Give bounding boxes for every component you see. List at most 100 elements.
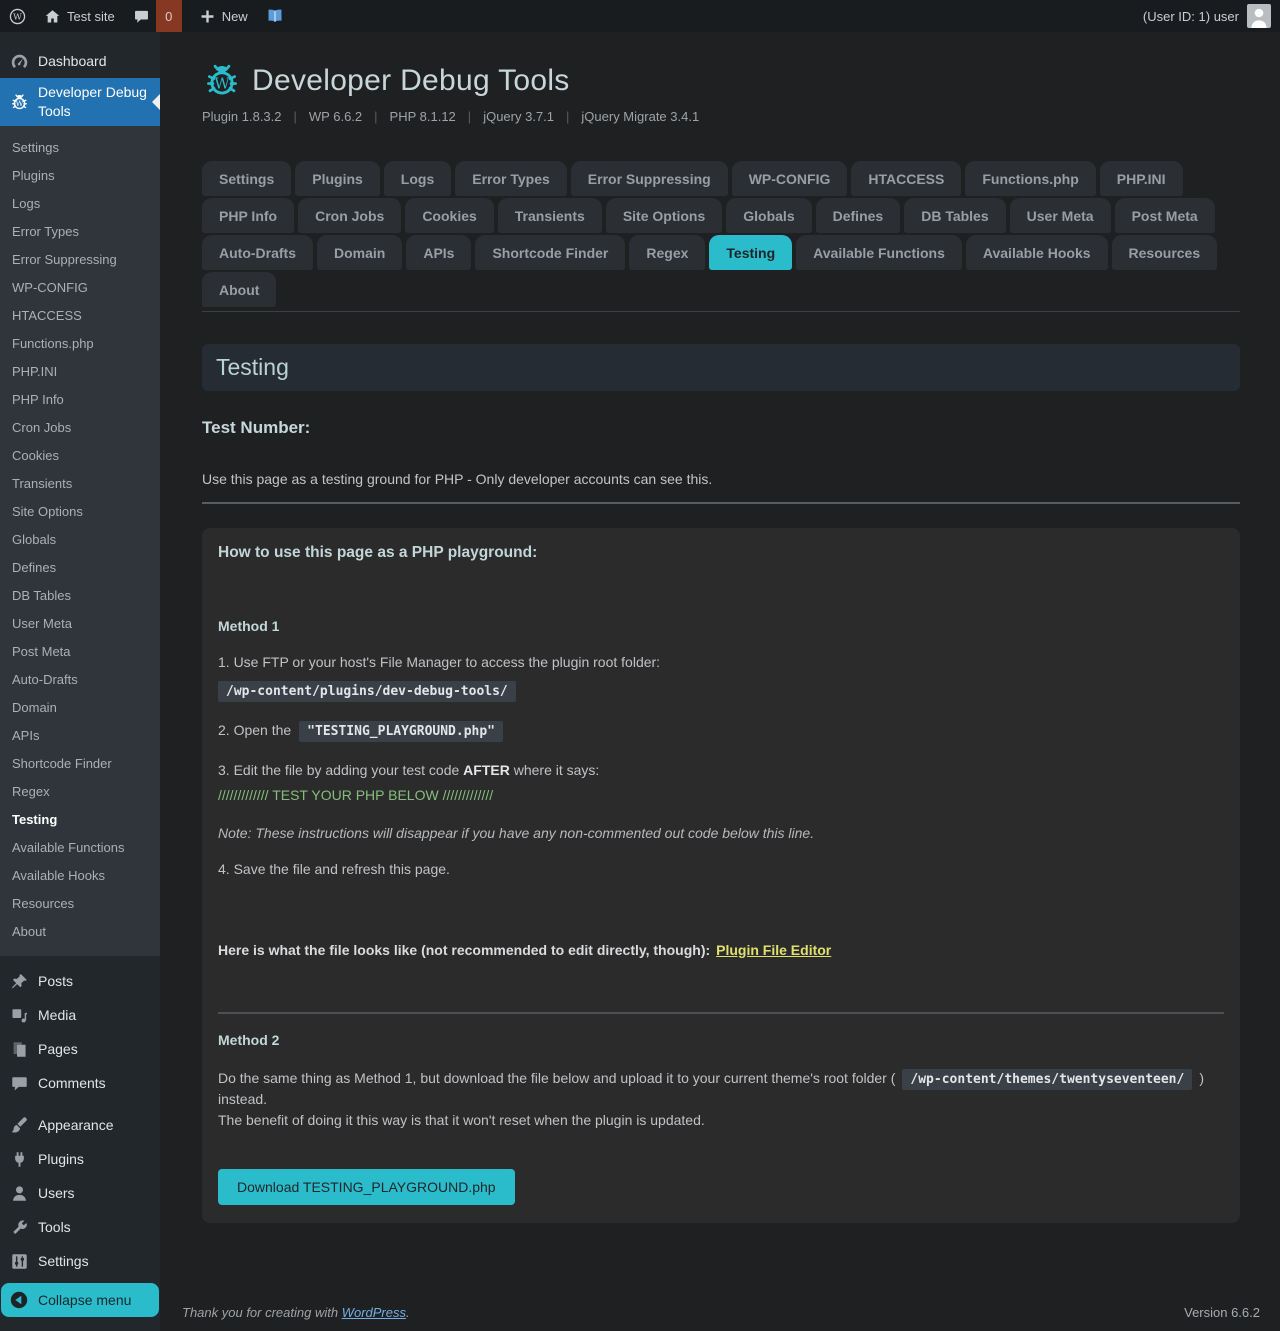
plugin-tab[interactable]: Error Types — [455, 161, 567, 196]
admin-sidebar: Dashboard W Developer Debug Tools Settin… — [0, 32, 160, 1331]
submenu-item[interactable]: PHP Info — [0, 386, 160, 414]
sidebar-menu-item[interactable]: Tools — [0, 1210, 160, 1244]
sidebar-menu-item[interactable]: Appearance — [0, 1108, 160, 1142]
theme-root-path: /wp-content/themes/twentyseventeen/ — [902, 1069, 1192, 1090]
collapse-menu-button[interactable]: Collapse menu — [1, 1283, 159, 1317]
panel-divider — [218, 1012, 1224, 1014]
method2-label: Method 2 — [218, 1032, 1224, 1048]
intro-text: Use this page as a testing ground for PH… — [202, 471, 1240, 487]
sidebar-item-developer-debug-tools[interactable]: W Developer Debug Tools — [0, 78, 160, 126]
sidebar-menu-item[interactable]: Media — [0, 998, 160, 1032]
site-name-link[interactable]: Test site — [35, 0, 124, 32]
plugin-tab[interactable]: Plugins — [295, 161, 380, 196]
submenu-item[interactable]: Resources — [0, 890, 160, 918]
plugin-tab[interactable]: Error Suppressing — [571, 161, 728, 196]
submenu-item[interactable]: Testing — [0, 806, 160, 834]
submenu-item[interactable]: PHP.INI — [0, 358, 160, 386]
submenu-item[interactable]: Globals — [0, 526, 160, 554]
playground-panel: How to use this page as a PHP playground… — [202, 528, 1240, 1223]
submenu-item[interactable]: APIs — [0, 722, 160, 750]
plugin-tab[interactable]: DB Tables — [904, 198, 1005, 233]
submenu-item[interactable]: Shortcode Finder — [0, 750, 160, 778]
submenu-item[interactable]: Settings — [0, 134, 160, 162]
plugin-tab[interactable]: Shortcode Finder — [475, 235, 625, 270]
plugin-tab[interactable]: Cookies — [405, 198, 493, 233]
sidebar-menu-item[interactable]: Plugins — [0, 1142, 160, 1176]
plugin-tab[interactable]: Site Options — [606, 198, 722, 233]
submenu-item[interactable]: User Meta — [0, 610, 160, 638]
debug-tools-adminbar-button[interactable] — [257, 0, 293, 32]
plugin-tabs: SettingsPluginsLogsError TypesError Supp… — [202, 161, 1240, 312]
plugin-tab[interactable]: Resources — [1112, 235, 1218, 270]
plugin-tab[interactable]: Regex — [629, 235, 705, 270]
plugin-tab[interactable]: Transients — [498, 198, 602, 233]
plugin-tab[interactable]: Globals — [726, 198, 811, 233]
submenu-item[interactable]: Available Hooks — [0, 862, 160, 890]
plugin-tab[interactable]: PHP Info — [202, 198, 294, 233]
submenu-item[interactable]: Regex — [0, 778, 160, 806]
user-icon — [9, 1183, 29, 1203]
plugin-tab[interactable]: Logs — [384, 161, 451, 196]
sidebar-menu-item[interactable]: Users — [0, 1176, 160, 1210]
plugin-tab[interactable]: WP-CONFIG — [732, 161, 848, 196]
plugin-tab[interactable]: Settings — [202, 161, 291, 196]
version-meta-item: jQuery 3.7.1 — [456, 109, 554, 124]
submenu-item[interactable]: Error Types — [0, 218, 160, 246]
sliders-icon — [9, 1251, 29, 1271]
media-icon — [9, 1005, 29, 1025]
download-playground-button[interactable]: Download TESTING_PLAYGROUND.php — [218, 1169, 515, 1205]
submenu-item[interactable]: Post Meta — [0, 638, 160, 666]
sidebar-item-dashboard[interactable]: Dashboard — [0, 44, 160, 78]
account-menu[interactable]: (User ID: 1) user — [1139, 4, 1275, 28]
plugin-tab[interactable]: Available Hooks — [966, 235, 1108, 270]
submenu-item[interactable]: Available Functions — [0, 834, 160, 862]
sidebar-menu-item[interactable]: Settings — [0, 1244, 160, 1278]
sidebar-menu-item[interactable]: Pages — [0, 1032, 160, 1066]
playground-filename: "TESTING_PLAYGROUND.php" — [299, 721, 503, 742]
playground-heading: How to use this page as a PHP playground… — [218, 544, 1224, 562]
plugin-tab[interactable]: User Meta — [1010, 198, 1111, 233]
content-area: W Developer Debug Tools Plugin 1.8.3.2WP… — [160, 32, 1280, 1331]
step-4: 4. Save the file and refresh this page. — [218, 859, 1224, 879]
plugin-tab[interactable]: Defines — [816, 198, 901, 233]
brush-icon — [9, 1115, 29, 1135]
submenu-item[interactable]: Plugins — [0, 162, 160, 190]
plugin-tab[interactable]: HTACCESS — [851, 161, 961, 196]
submenu-item[interactable]: WP-CONFIG — [0, 274, 160, 302]
submenu-item[interactable]: HTACCESS — [0, 302, 160, 330]
plugin-tab[interactable]: Available Functions — [796, 235, 962, 270]
plugin-tab[interactable]: Testing — [709, 235, 792, 270]
submenu-item[interactable]: Domain — [0, 694, 160, 722]
plugin-tab[interactable]: About — [202, 272, 276, 307]
comments-shortcut[interactable] — [124, 0, 156, 32]
submenu-item[interactable]: Transients — [0, 470, 160, 498]
plugin-tab[interactable]: PHP.INI — [1100, 161, 1183, 196]
plugin-tab[interactable]: Functions.php — [965, 161, 1095, 196]
comment-count-badge[interactable]: 0 — [156, 0, 182, 32]
wordpress-link[interactable]: WordPress — [342, 1305, 406, 1320]
plugin-tab[interactable]: Auto-Drafts — [202, 235, 313, 270]
plugin-tab[interactable]: Cron Jobs — [298, 198, 401, 233]
step-3: 3. Edit the file by adding your test cod… — [218, 760, 1224, 780]
svg-text:W: W — [13, 12, 22, 22]
submenu-item[interactable]: Site Options — [0, 498, 160, 526]
submenu-item[interactable]: Auto-Drafts — [0, 666, 160, 694]
plugin-file-editor-link[interactable]: Plugin File Editor — [716, 942, 831, 958]
submenu-item[interactable]: Defines — [0, 554, 160, 582]
submenu-item[interactable]: DB Tables — [0, 582, 160, 610]
submenu-item[interactable]: Functions.php — [0, 330, 160, 358]
sidebar-menu-item[interactable]: Comments — [0, 1066, 160, 1100]
plugin-tab[interactable]: APIs — [406, 235, 471, 270]
new-content-button[interactable]: New — [190, 0, 257, 32]
wrench-icon — [9, 1217, 29, 1237]
plugin-tab[interactable]: Post Meta — [1115, 198, 1215, 233]
wordpress-logo-button[interactable]: W — [0, 0, 35, 32]
section-title-box: Testing — [202, 344, 1240, 391]
submenu-item[interactable]: Cookies — [0, 442, 160, 470]
plugin-tab[interactable]: Domain — [317, 235, 402, 270]
sidebar-menu-item[interactable]: Posts — [0, 964, 160, 998]
submenu-item[interactable]: Logs — [0, 190, 160, 218]
submenu-item[interactable]: About — [0, 918, 160, 946]
submenu-item[interactable]: Cron Jobs — [0, 414, 160, 442]
submenu-item[interactable]: Error Suppressing — [0, 246, 160, 274]
